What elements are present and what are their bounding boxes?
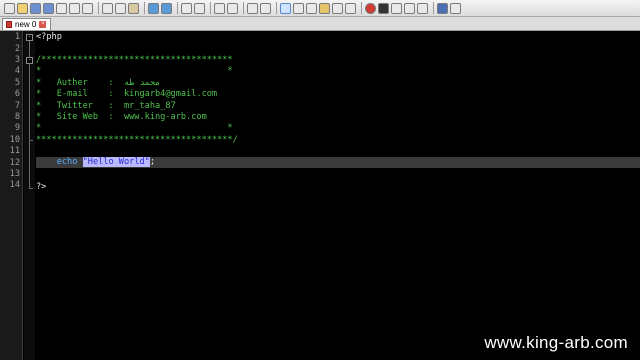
doc-map-icon[interactable] (332, 2, 343, 14)
redo-icon[interactable] (161, 2, 172, 14)
close-tab-icon[interactable]: × (39, 21, 47, 28)
spell-check-icon[interactable] (437, 2, 448, 14)
zoom-out-icon[interactable] (227, 2, 238, 14)
code-line: **************************************/ (36, 135, 238, 145)
line-number: 1 (14, 32, 20, 42)
line-number: 12 (9, 158, 20, 168)
line-number-gutter: 1 2 3 4 5 6 7 8 9 10 11 12 13 14 (0, 31, 23, 360)
line-number: 5 (14, 78, 20, 88)
replace-icon[interactable] (194, 2, 205, 14)
close-all-icon[interactable] (69, 2, 80, 14)
line-number: 11 (9, 146, 20, 156)
sync-vertical-icon[interactable] (247, 2, 258, 14)
show-all-chars-icon[interactable] (293, 2, 304, 14)
cut-icon[interactable] (102, 2, 113, 14)
open-file-icon[interactable] (17, 2, 28, 14)
selected-string: "Hello World" (82, 157, 150, 167)
close-icon[interactable] (56, 2, 67, 14)
code-editor[interactable]: 1 2 3 4 5 6 7 8 9 10 11 12 13 14 - - <?p… (0, 31, 640, 360)
extra-tool-icon[interactable] (450, 2, 461, 14)
code-line-current: echo "Hello World"; (36, 157, 640, 168)
save-icon[interactable] (30, 2, 41, 14)
fold-margin: - - (24, 31, 35, 360)
line-number: 9 (14, 123, 20, 133)
play-macro-icon[interactable] (391, 2, 402, 14)
code-line: * Site Web : www.king-arb.com (36, 112, 207, 122)
statement-terminator: ; (149, 157, 156, 167)
code-area[interactable]: <?php /*********************************… (36, 31, 640, 360)
indent-guide-icon[interactable] (306, 2, 317, 14)
paste-icon[interactable] (128, 2, 139, 14)
line-number: 2 (14, 44, 20, 54)
line-number: 4 (14, 66, 20, 76)
save-all-icon[interactable] (43, 2, 54, 14)
line-number: 7 (14, 101, 20, 111)
undo-icon[interactable] (148, 2, 159, 14)
copy-icon[interactable] (115, 2, 126, 14)
sync-horizontal-icon[interactable] (260, 2, 271, 14)
echo-keyword: echo (56, 157, 78, 167)
record-macro-icon[interactable] (365, 2, 376, 14)
line-number: 14 (9, 180, 20, 190)
code-line: <?php (36, 32, 62, 42)
print-icon[interactable] (82, 2, 93, 14)
find-icon[interactable] (181, 2, 192, 14)
new-file-icon[interactable] (4, 2, 15, 14)
language-icon[interactable] (319, 2, 330, 14)
word-wrap-icon[interactable] (280, 2, 291, 14)
unsaved-file-icon (6, 21, 12, 28)
line-number: 3 (14, 55, 20, 65)
zoom-in-icon[interactable] (214, 2, 225, 14)
fold-toggle-icon[interactable]: - (26, 34, 33, 41)
tab-bar: new 0 × (0, 17, 640, 31)
stop-macro-icon[interactable] (378, 2, 389, 14)
line-number: 10 (9, 135, 20, 145)
code-line: /************************************* (36, 55, 233, 65)
toolbar (0, 0, 640, 17)
code-line: * * (36, 66, 233, 76)
fold-toggle-icon[interactable]: - (26, 57, 33, 64)
line-number: 13 (9, 169, 20, 179)
code-line: ?> (36, 182, 47, 192)
code-line: * E-mail : kingarb4@gmail.com (36, 89, 218, 99)
code-line: * Twitter : mr_taha_87 (36, 101, 176, 111)
line-number: 8 (14, 112, 20, 122)
tab-label: new 0 (15, 20, 37, 29)
code-line: * * (36, 123, 233, 133)
save-macro-icon[interactable] (417, 2, 428, 14)
code-line: * Auther : محمد طه (36, 78, 161, 88)
run-macro-multiple-icon[interactable] (404, 2, 415, 14)
watermark: www.king-arb.com (484, 333, 628, 352)
tab-new-0[interactable]: new 0 × (2, 18, 52, 30)
function-list-icon[interactable] (345, 2, 356, 14)
line-number: 6 (14, 89, 20, 99)
